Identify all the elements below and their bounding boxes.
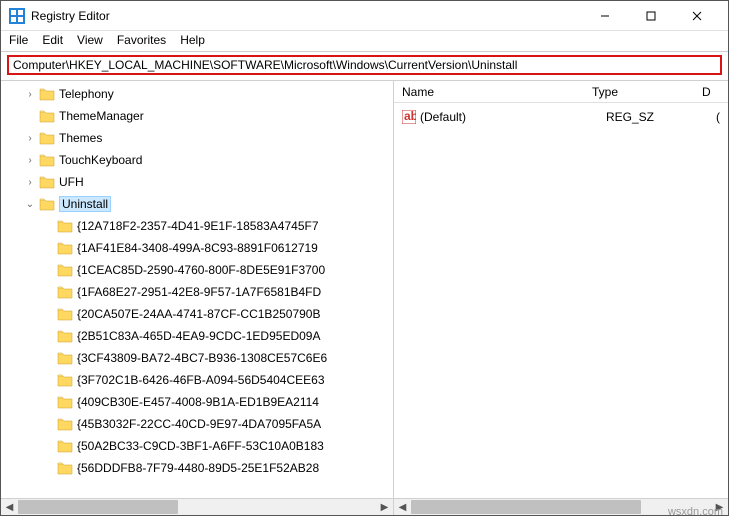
window-title: Registry Editor [31, 9, 582, 23]
chevron-down-icon[interactable]: ⌄ [23, 199, 37, 210]
tree-label: {20CA507E-24AA-4741-87CF-CC1B250790B [77, 307, 321, 321]
folder-icon [57, 219, 73, 233]
svg-text:ab: ab [404, 110, 416, 123]
col-type[interactable]: Type [592, 85, 702, 99]
chevron-right-icon[interactable]: › [23, 155, 37, 166]
menu-file[interactable]: File [9, 33, 28, 47]
folder-icon [57, 307, 73, 321]
chevron-right-icon[interactable]: › [23, 89, 37, 100]
tree-label: {1CEAC85D-2590-4760-800F-8DE5E91F3700 [77, 263, 325, 277]
folder-icon [57, 285, 73, 299]
value-name: (Default) [420, 110, 606, 124]
address-bar[interactable]: Computer\HKEY_LOCAL_MACHINE\SOFTWARE\Mic… [7, 55, 722, 75]
chevron-right-icon[interactable]: › [23, 177, 37, 188]
col-name[interactable]: Name [402, 85, 592, 99]
tree-h-scrollbar[interactable]: ◀ ▶ [1, 498, 393, 515]
tree-label: {56DDDFB8-7F79-4480-89D5-25E1F52AB28 [77, 461, 319, 475]
folder-icon [39, 87, 55, 101]
tree-label: {3F702C1B-6426-46FB-A094-56D5404CEE63 [77, 373, 325, 387]
folder-icon [39, 131, 55, 145]
scroll-right-icon[interactable]: ▶ [376, 499, 393, 515]
folder-icon [57, 461, 73, 475]
tree-item[interactable]: {1FA68E27-2951-42E8-9F57-1A7F6581B4FD [1, 281, 393, 303]
tree-label: UFH [59, 175, 84, 189]
tree-item[interactable]: › Themes [1, 127, 393, 149]
menu-edit[interactable]: Edit [42, 33, 63, 47]
folder-icon [57, 395, 73, 409]
app-icon [9, 8, 25, 24]
value-data: ( [716, 110, 720, 124]
tree-item[interactable]: › TouchKeyboard [1, 149, 393, 171]
tree-item[interactable]: › Telephony [1, 83, 393, 105]
folder-icon [57, 351, 73, 365]
tree-label: {12A718F2-2357-4D41-9E1F-18583A4745F7 [77, 219, 319, 233]
folder-icon [57, 241, 73, 255]
tree-item[interactable]: {1CEAC85D-2590-4760-800F-8DE5E91F3700 [1, 259, 393, 281]
tree-item[interactable]: ⌄ Uninstall [1, 193, 393, 215]
menu-bar: File Edit View Favorites Help [1, 31, 728, 52]
tree-label: {1FA68E27-2951-42E8-9F57-1A7F6581B4FD [77, 285, 321, 299]
close-button[interactable] [674, 1, 720, 30]
scroll-left-icon[interactable]: ◀ [1, 499, 18, 515]
tree-item[interactable]: {1AF41E84-3408-499A-8C93-8891F0612719 [1, 237, 393, 259]
maximize-button[interactable] [628, 1, 674, 30]
column-header[interactable]: Name Type D [394, 81, 728, 103]
tree-label: {1AF41E84-3408-499A-8C93-8891F0612719 [77, 241, 318, 255]
tree-label: {3CF43809-BA72-4BC7-B936-1308CE57C6E6 [77, 351, 327, 365]
tree-label: {50A2BC33-C9CD-3BF1-A6FF-53C10A0B183 [77, 439, 324, 453]
title-bar: Registry Editor [1, 1, 728, 31]
chevron-right-icon[interactable]: › [23, 133, 37, 144]
tree-item[interactable]: {50A2BC33-C9CD-3BF1-A6FF-53C10A0B183 [1, 435, 393, 457]
values-pane[interactable]: Name Type D ab(Default)REG_SZ( ◀ ▶ [394, 81, 728, 515]
folder-icon [57, 439, 73, 453]
tree-item[interactable]: {409CB30E-E457-4008-9B1A-ED1B9EA2114 [1, 391, 393, 413]
value-row[interactable]: ab (Default)REG_SZ( [402, 107, 720, 127]
address-bar-container: Computer\HKEY_LOCAL_MACHINE\SOFTWARE\Mic… [1, 52, 728, 80]
folder-icon [57, 263, 73, 277]
menu-help[interactable]: Help [180, 33, 205, 47]
tree-item[interactable]: ThemeManager [1, 105, 393, 127]
minimize-button[interactable] [582, 1, 628, 30]
scroll-left-icon[interactable]: ◀ [394, 499, 411, 515]
tree-item[interactable]: {20CA507E-24AA-4741-87CF-CC1B250790B [1, 303, 393, 325]
tree-label: {2B51C83A-465D-4EA9-9CDC-1ED95ED09A [77, 329, 320, 343]
menu-view[interactable]: View [77, 33, 103, 47]
tree-item[interactable]: {56DDDFB8-7F79-4480-89D5-25E1F52AB28 [1, 457, 393, 479]
col-data[interactable]: D [702, 85, 711, 99]
tree-item[interactable]: {2B51C83A-465D-4EA9-9CDC-1ED95ED09A [1, 325, 393, 347]
tree-item[interactable]: {12A718F2-2357-4D41-9E1F-18583A4745F7 [1, 215, 393, 237]
tree-label: {45B3032F-22CC-40CD-9E97-4DA7095FA5A [77, 417, 321, 431]
tree-label: Telephony [59, 87, 114, 101]
scroll-thumb[interactable] [18, 500, 178, 514]
tree-item[interactable]: › UFH [1, 171, 393, 193]
folder-icon [39, 153, 55, 167]
folder-icon [39, 109, 55, 123]
tree-item[interactable]: {3CF43809-BA72-4BC7-B936-1308CE57C6E6 [1, 347, 393, 369]
scroll-thumb[interactable] [411, 500, 641, 514]
watermark: wsxdn.com [668, 506, 723, 518]
tree-item[interactable]: {45B3032F-22CC-40CD-9E97-4DA7095FA5A [1, 413, 393, 435]
tree-label: {409CB30E-E457-4008-9B1A-ED1B9EA2114 [77, 395, 319, 409]
menu-favorites[interactable]: Favorites [117, 33, 166, 47]
tree-item[interactable]: {3F702C1B-6426-46FB-A094-56D5404CEE63 [1, 369, 393, 391]
folder-icon [57, 417, 73, 431]
folder-icon [57, 329, 73, 343]
value-type: REG_SZ [606, 110, 716, 124]
folder-icon [39, 197, 55, 211]
tree-label: Themes [59, 131, 102, 145]
tree-label: TouchKeyboard [59, 153, 142, 167]
folder-icon [57, 373, 73, 387]
folder-icon [39, 175, 55, 189]
tree-label: ThemeManager [59, 109, 144, 123]
string-value-icon: ab [402, 110, 416, 124]
tree-pane[interactable]: › Telephony ThemeManager › Themes › TouchKeybo… [1, 81, 394, 515]
tree-label: Uninstall [59, 196, 111, 212]
